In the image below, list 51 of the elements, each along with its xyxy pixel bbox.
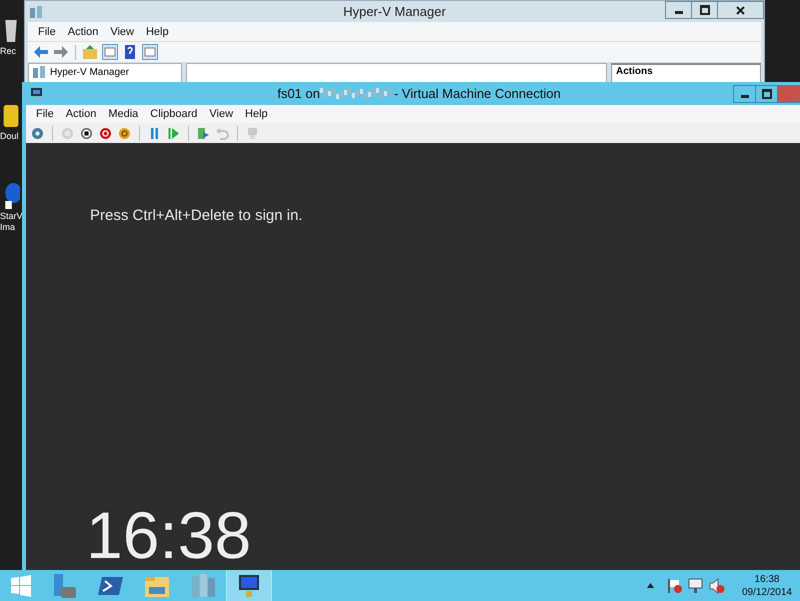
- keys-icon[interactable]: [31, 126, 44, 140]
- menu-item[interactable]: Action: [62, 26, 104, 38]
- icon-label: Doul: [0, 131, 19, 142]
- icon-label: Rec: [0, 46, 16, 57]
- save-icon[interactable]: [118, 126, 131, 140]
- lock-screen-clock: 16:38: [86, 502, 252, 568]
- panel-heading: Actions: [616, 66, 654, 78]
- taskbar-date[interactable]: 09/12/2014: [742, 586, 792, 598]
- monitor-icon: [30, 86, 44, 100]
- server-icon: [33, 66, 46, 78]
- taskbar-button[interactable]: [226, 570, 272, 601]
- caret-icon: [646, 583, 654, 588]
- menu-item[interactable]: File: [32, 26, 62, 38]
- flag-icon[interactable]: [666, 578, 683, 594]
- windows-logo-icon: [10, 574, 32, 596]
- stop-icon[interactable]: [80, 126, 93, 140]
- vm-screen[interactable]: Press Ctrl+Alt+Delete to sign in. 16:38: [26, 143, 800, 570]
- menu-item[interactable]: View: [203, 108, 240, 120]
- pause-icon[interactable]: [148, 126, 161, 140]
- app-icon: [29, 4, 43, 18]
- pane-icon[interactable]: [142, 44, 158, 60]
- network-icon[interactable]: [688, 578, 704, 594]
- speaker-icon[interactable]: [708, 578, 725, 594]
- close-button[interactable]: [717, 1, 764, 19]
- maximize-button[interactable]: [755, 84, 778, 102]
- close-icon: [736, 6, 745, 14]
- tree-item[interactable]: Hyper-V Manager: [50, 66, 129, 78]
- forward-arrow-icon[interactable]: [53, 44, 69, 60]
- icon-label: StarV: [0, 211, 23, 222]
- menu-item[interactable]: Action: [60, 108, 102, 120]
- minimize-button[interactable]: [665, 1, 692, 19]
- minimize-button[interactable]: [733, 84, 756, 102]
- window-title: Hyper-V Manager: [343, 4, 446, 19]
- menu-item[interactable]: Help: [140, 26, 175, 38]
- menu-item[interactable]: File: [30, 108, 60, 120]
- menu-item[interactable]: Clipboard: [144, 108, 204, 120]
- checkpoint-icon[interactable]: [197, 126, 210, 140]
- power-icon[interactable]: [99, 126, 112, 140]
- show-hidden-icons-button[interactable]: [644, 581, 656, 590]
- menu-item[interactable]: View: [104, 26, 140, 38]
- maximize-button[interactable]: [691, 1, 718, 19]
- window-title: fs01 on: [277, 86, 320, 101]
- taskbar-time[interactable]: 16:38: [754, 572, 780, 586]
- back-arrow-icon[interactable]: [33, 44, 49, 60]
- window-title: - Virtual Machine Connection: [394, 86, 561, 101]
- help-icon[interactable]: [122, 44, 138, 60]
- menu-item[interactable]: Help: [239, 108, 274, 120]
- menu-item[interactable]: Media: [102, 108, 144, 120]
- icon-label: Ima: [0, 222, 16, 233]
- sign-in-message: Press Ctrl+Alt+Delete to sign in.: [90, 207, 303, 224]
- pane-icon[interactable]: [102, 44, 118, 60]
